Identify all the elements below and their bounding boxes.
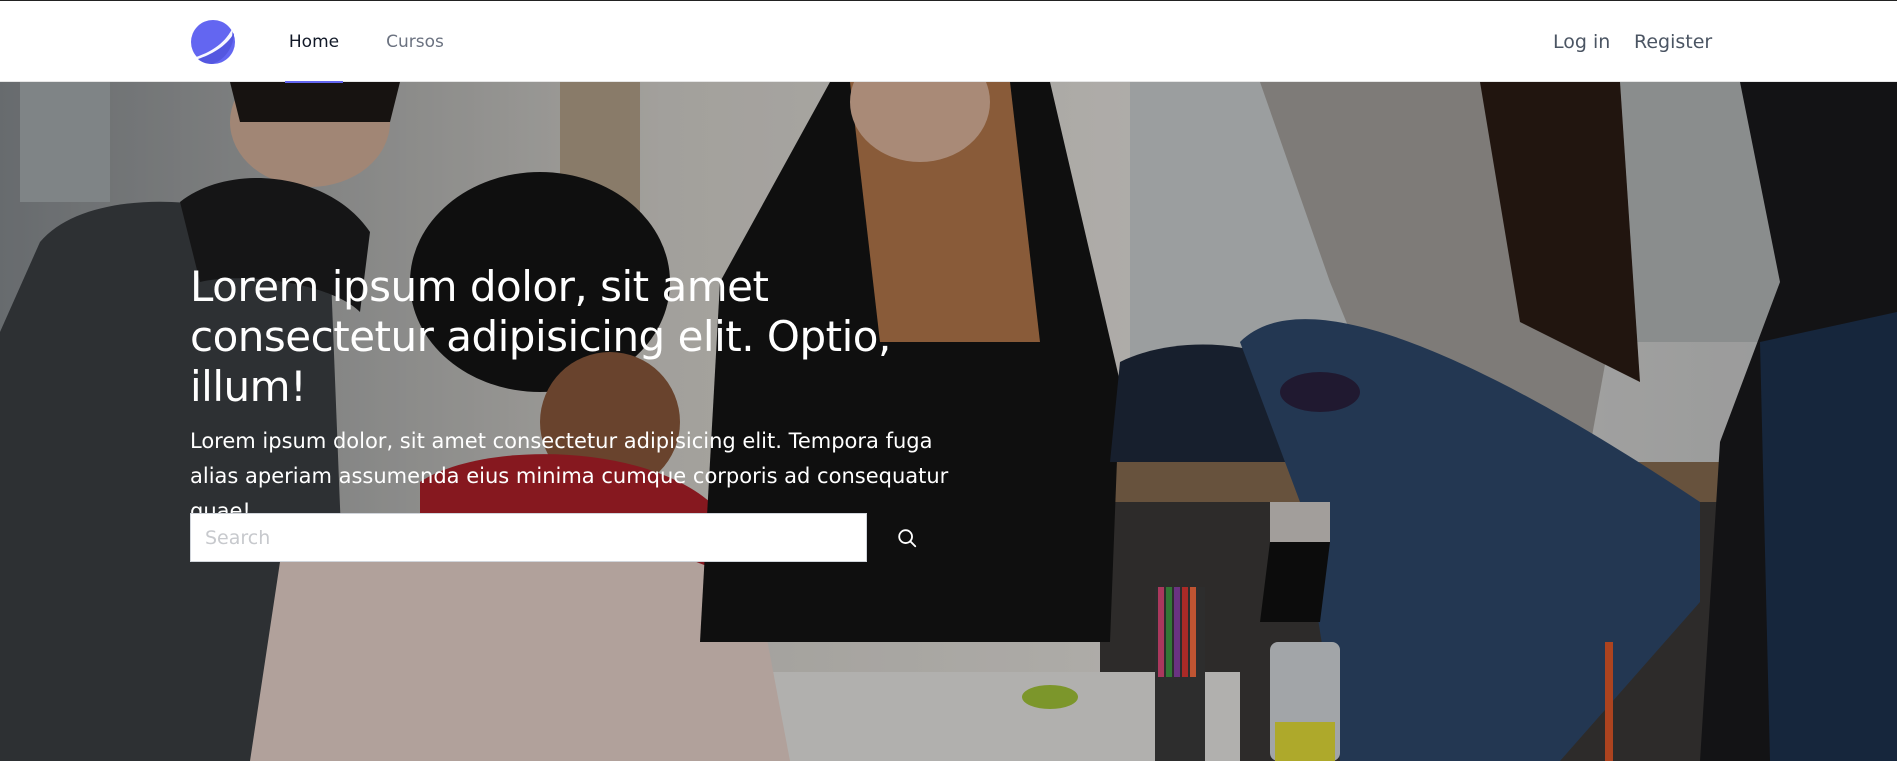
nav-cursos-label: Cursos xyxy=(386,31,444,52)
nav-home-label: Home xyxy=(288,31,340,52)
nav-cursos-link[interactable]: Cursos xyxy=(382,1,448,82)
search-button[interactable] xyxy=(887,513,927,562)
hero-overlay xyxy=(0,82,1897,761)
nav-home-link[interactable]: Home xyxy=(285,1,343,83)
active-tab-indicator xyxy=(285,81,343,83)
search-icon xyxy=(898,528,917,547)
navbar: Home Cursos Log in Register xyxy=(0,1,1897,83)
hero-title: Lorem ipsum dolor, sit amet consectetur … xyxy=(190,262,891,411)
hero-section: Lorem ipsum dolor, sit amet consectetur … xyxy=(0,82,1897,761)
login-link[interactable]: Log in xyxy=(1553,1,1610,82)
register-link[interactable]: Register xyxy=(1634,1,1712,82)
search-input[interactable] xyxy=(190,513,867,562)
logo-icon[interactable] xyxy=(190,19,236,65)
